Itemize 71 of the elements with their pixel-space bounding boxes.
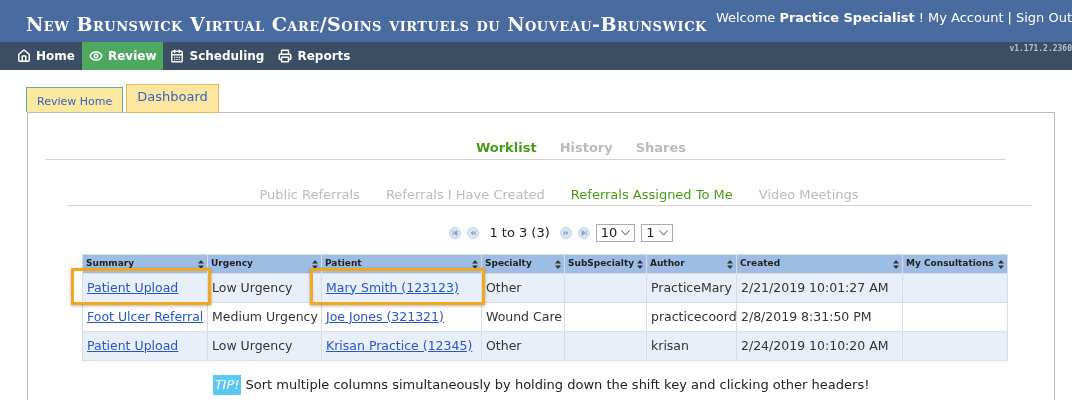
last-page-icon[interactable] — [577, 227, 590, 239]
column-title: Author — [650, 257, 685, 271]
sort-icon — [555, 259, 561, 269]
cell-text: practicecoord — [651, 308, 737, 324]
version-text: v1.171.2.2360 — [1009, 43, 1072, 55]
sign-out-link[interactable]: Sign Out — [1015, 8, 1072, 28]
next-page-icon[interactable] — [559, 227, 572, 239]
record-link[interactable]: Patient Upload — [87, 337, 179, 353]
record-link[interactable]: Mary Smith (123123) — [326, 279, 459, 295]
chevron-down-icon — [658, 230, 668, 236]
sort-icon — [893, 259, 899, 269]
page-select[interactable]: 1 — [641, 224, 673, 242]
column-title: Patient — [325, 257, 362, 271]
column-title: Specialty — [485, 257, 532, 271]
exclamation-text: ! — [918, 9, 924, 27]
cell-text: Low Urgency — [212, 279, 293, 295]
column-header[interactable]: Created — [736, 254, 903, 274]
sort-icon — [637, 259, 643, 269]
column-title: SubSpecialty — [568, 257, 635, 271]
cell-text: Low Urgency — [212, 337, 293, 353]
column-title: Summary — [86, 257, 135, 271]
welcome-text: Welcome — [715, 9, 776, 27]
cell-text: Other — [486, 337, 522, 353]
column-title: My Consultations — [906, 257, 994, 271]
app-title: New Brunswick Virtual Care/Soins virtuels du Nouveau-Brunswick — [26, 12, 707, 37]
cell-text: krisan — [651, 337, 689, 353]
column-title: Urgency — [211, 257, 253, 271]
nav-item[interactable]: Scheduling — [163, 42, 272, 70]
nav-item[interactable]: Reports — [271, 42, 358, 70]
page-tab[interactable]: Review Home — [26, 87, 124, 112]
sort-icon — [472, 259, 478, 269]
eye-icon — [88, 49, 103, 63]
page-range: 1 to 3 (3) — [489, 224, 550, 243]
cell-text: Wound Care — [486, 308, 562, 324]
nav-item[interactable]: Home — [10, 42, 82, 70]
cell-text: 2/24/2019 10:10:20 AM — [741, 337, 889, 353]
sort-icon — [198, 259, 204, 269]
user-name: Practice Specialist — [779, 9, 915, 27]
chevron-down-icon — [621, 230, 631, 236]
tip-badge: TIP! — [212, 375, 242, 395]
home-icon — [17, 49, 31, 63]
previous-page-icon[interactable] — [467, 227, 480, 239]
nav-item[interactable]: Review — [81, 42, 164, 70]
first-page-icon[interactable] — [449, 227, 462, 239]
cell-text: 2/8/2019 8:31:50 PM — [741, 308, 872, 324]
cell-text: PracticeMary — [651, 279, 732, 295]
record-link[interactable]: Patient Upload — [87, 279, 179, 295]
column-header[interactable]: My Consultations — [902, 254, 1008, 274]
column-header[interactable]: Specialty — [481, 254, 565, 274]
calendar-icon — [170, 49, 185, 63]
column-header[interactable]: SubSpecialty — [564, 254, 647, 274]
cell-text: Other — [486, 279, 522, 295]
column-title: Created — [740, 257, 781, 271]
page-size-select[interactable]: 10 — [595, 224, 636, 242]
cell-text: Medium Urgency — [212, 308, 318, 324]
tip-text: Sort multiple columns simultaneously by holding down the shift key and clicking other headers! — [245, 376, 870, 394]
record-link[interactable]: Foot Ulcer Referral — [87, 308, 204, 324]
column-header[interactable]: Author — [646, 254, 737, 274]
sort-icon — [727, 259, 733, 269]
printer-icon — [278, 49, 293, 63]
sort-icon — [998, 259, 1004, 269]
record-link[interactable]: Krisan Practice (12345) — [326, 337, 473, 353]
record-link[interactable]: Joe Jones (321321) — [326, 308, 444, 324]
link-divider: | — [1007, 9, 1012, 27]
view-tab[interactable]: Worklist — [475, 138, 537, 158]
page-tab[interactable]: Dashboard — [126, 84, 219, 113]
my-account-link[interactable]: My Account — [928, 8, 1004, 28]
list-tab[interactable]: Referrals Assigned To Me — [570, 185, 733, 204]
sort-icon — [312, 259, 318, 269]
column-header[interactable]: Urgency — [207, 254, 322, 274]
cell-text: 2/21/2019 10:01:27 AM — [741, 279, 889, 295]
